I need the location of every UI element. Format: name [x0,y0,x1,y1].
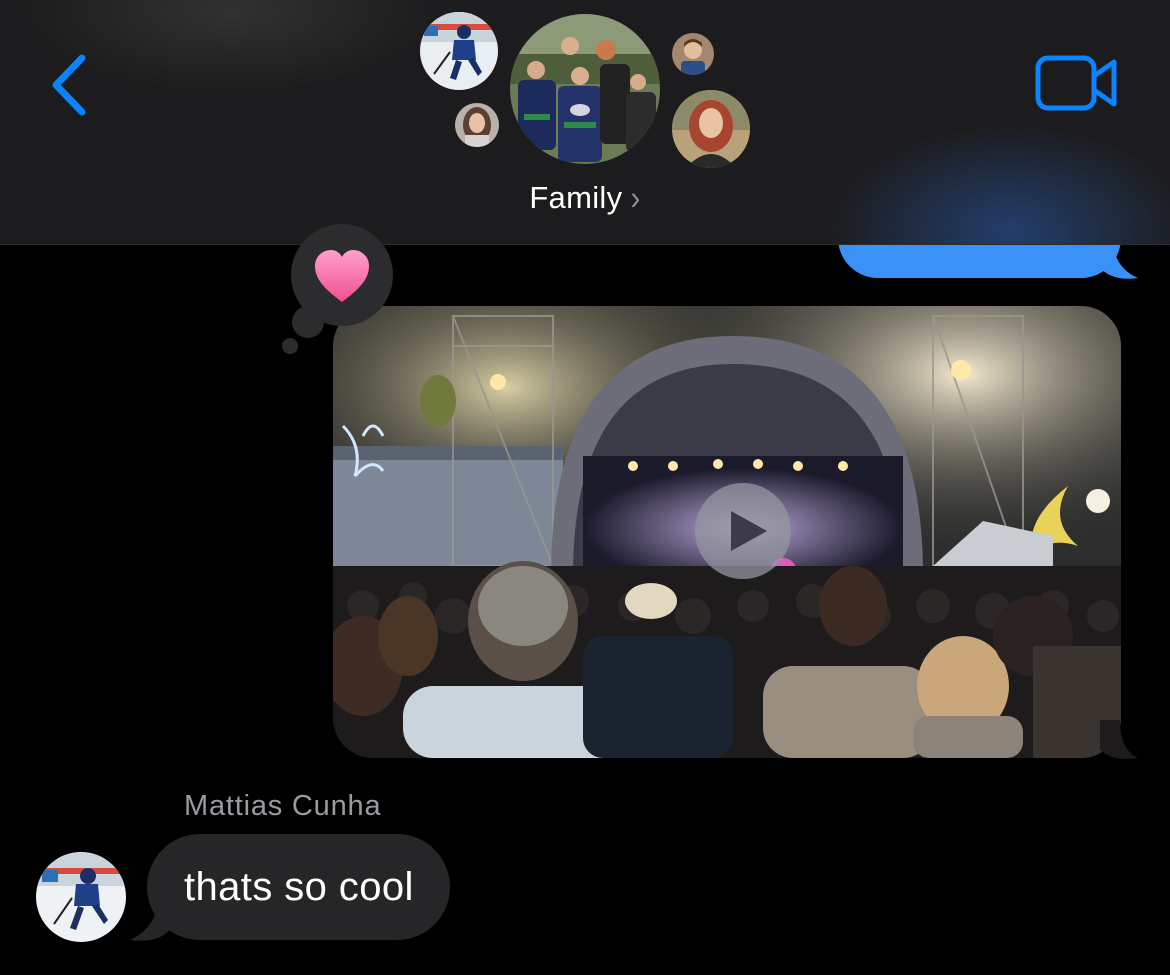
boy-avatar [672,33,714,75]
hockey-player-avatar [420,12,498,90]
video-bubble-tail [1100,720,1138,759]
conversation-header: Family › [0,0,1170,245]
chevron-left-icon [52,54,86,116]
heart-icon [315,250,369,302]
play-button[interactable] [695,483,791,579]
sender-name: Mattias Cunha [184,790,382,822]
play-icon [731,511,767,551]
group-name-button[interactable]: Family › [0,179,1170,218]
facetime-button[interactable] [1034,54,1120,112]
group-avatars[interactable] [400,0,770,180]
chevron-right-icon: › [630,179,641,218]
received-message-bubble[interactable]: thats so cool [147,834,450,940]
girl-avatar [455,103,499,147]
message-text: thats so cool [184,864,414,909]
messages-screen: Family › Mattias Cunha thats so cool [0,0,1170,975]
reaction-bubble-dot [282,338,298,354]
group-name: Family [529,180,623,215]
woman-avatar [672,90,750,168]
group-photo-avatar [510,14,660,164]
video-camera-icon [1035,55,1117,111]
reaction-bubble-dot [292,306,324,338]
sender-avatar[interactable] [36,852,126,942]
back-button[interactable] [44,48,100,122]
